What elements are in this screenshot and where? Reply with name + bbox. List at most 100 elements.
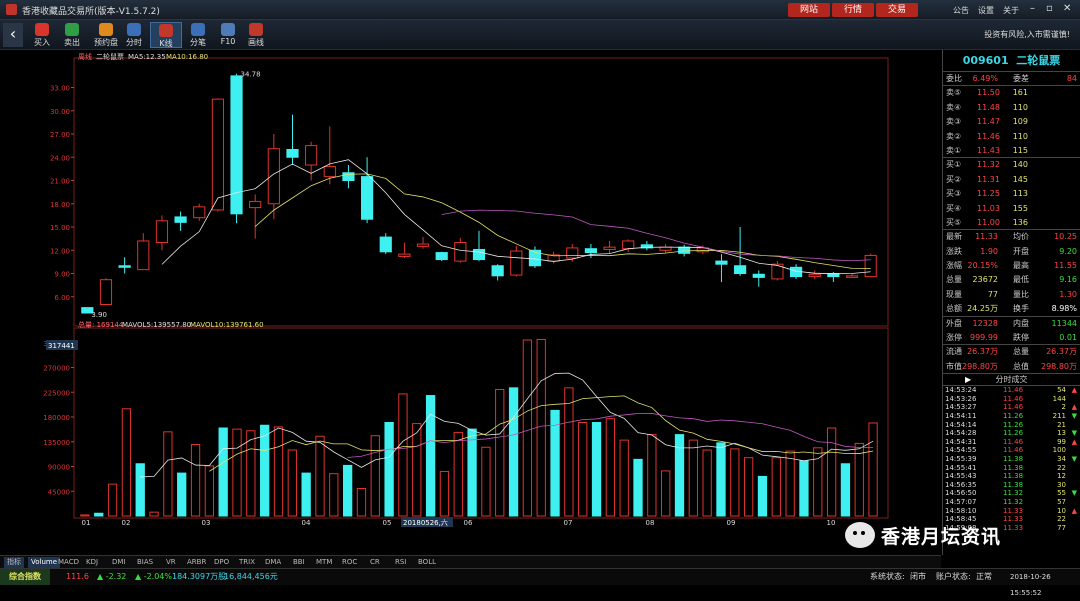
tab-vr[interactable]: VR bbox=[163, 557, 179, 568]
tab-rsi[interactable]: RSI bbox=[392, 557, 409, 568]
stat-row: 总额 24.25万 换手 8.98% bbox=[943, 302, 1080, 317]
tick-price: 11.46 bbox=[1003, 437, 1024, 446]
toolbar-icon-2 bbox=[99, 23, 113, 36]
low-label: 3.90 bbox=[91, 311, 107, 319]
back-arrow-icon[interactable]: ‹ bbox=[3, 23, 23, 47]
website-button[interactable]: 网站 bbox=[788, 3, 830, 17]
volume-bar bbox=[398, 393, 408, 517]
index-volume: 184.3097万股 bbox=[172, 572, 227, 581]
candle bbox=[118, 265, 131, 268]
volume-bar bbox=[260, 424, 270, 517]
ask-row[interactable]: 卖③ 11.47 109 bbox=[943, 115, 1080, 129]
close-icon[interactable]: ✕ bbox=[1063, 3, 1071, 14]
tab-mtm[interactable]: MTM bbox=[313, 557, 335, 568]
tab-trix[interactable]: TRIX bbox=[236, 557, 258, 568]
bid-row[interactable]: 买② 11.31 145 bbox=[943, 173, 1080, 187]
candle bbox=[454, 242, 467, 262]
book-qty: 110 bbox=[1012, 102, 1028, 112]
toolbar-button-5[interactable]: 分笔 bbox=[182, 22, 214, 48]
bid-row[interactable]: 买④ 11.03 155 bbox=[943, 202, 1080, 216]
app-logo-icon bbox=[6, 4, 17, 15]
toolbar-button-1[interactable]: 卖出 bbox=[56, 22, 88, 48]
tick-price: 11.38 bbox=[1003, 472, 1024, 481]
stat-row: 外盘 12328 内盘 11344 bbox=[943, 317, 1080, 331]
row-label-2: 量比 bbox=[1013, 289, 1029, 299]
kline-chart-svg[interactable]: 33.00 30.00 27.00 24.00 21.00 18.00 15.00 12.00… bbox=[0, 50, 941, 555]
volume-bar bbox=[633, 458, 643, 517]
tab-arbr[interactable]: ARBR bbox=[184, 557, 209, 568]
ask-row[interactable]: 卖② 11.46 110 bbox=[943, 130, 1080, 144]
toolbar-button-3[interactable]: 分时 bbox=[118, 22, 150, 48]
row-value: 24.25万 bbox=[967, 304, 998, 314]
trade-button[interactable]: 交易 bbox=[876, 3, 918, 17]
volume-bar bbox=[591, 422, 602, 517]
tick-time: 14:53:26 bbox=[945, 394, 977, 403]
tick-list[interactable]: 14:53:24 11.46 54 ▲ 14:53:26 11.46 144 14:53:27… bbox=[943, 386, 1080, 532]
tab-kdj[interactable]: KDJ bbox=[83, 557, 101, 568]
tick-row: 14:56:35 11.38 30 bbox=[943, 481, 1080, 490]
row-label-2: 总值 bbox=[1013, 361, 1029, 371]
tab-cr[interactable]: CR bbox=[367, 557, 383, 568]
about-link[interactable]: 关于 bbox=[1003, 5, 1019, 16]
tab-dmi[interactable]: DMI bbox=[109, 557, 129, 568]
volume-tick-label: 180000 bbox=[43, 414, 70, 422]
month-tick-label: 01 bbox=[82, 519, 91, 527]
bid-row[interactable]: 买⑤ 11.00 136 bbox=[943, 216, 1080, 231]
volume-bar bbox=[799, 460, 809, 517]
volume-bar bbox=[412, 423, 422, 517]
row-label-2: 换手 bbox=[1013, 304, 1029, 314]
price-tick-label: 9.00 bbox=[54, 271, 70, 279]
candle bbox=[155, 220, 169, 244]
tab-dma[interactable]: DMA bbox=[262, 557, 284, 568]
tick-time: 14:58:10 bbox=[945, 506, 977, 515]
toolbar-icon-7 bbox=[249, 23, 263, 36]
volume-bar bbox=[536, 338, 546, 517]
tab-指标[interactable]: 指标 bbox=[4, 557, 24, 568]
kline-chart[interactable]: 33.00 30.00 27.00 24.00 21.00 18.00 15.00 12.00… bbox=[0, 50, 941, 555]
price-legend: 二轮鼠票 bbox=[96, 52, 124, 61]
ask-row[interactable]: 卖④ 11.48 110 bbox=[943, 101, 1080, 115]
book-price: 11.03 bbox=[977, 203, 1000, 213]
bid-row[interactable]: 买① 11.32 140 bbox=[943, 158, 1080, 172]
ask-row[interactable]: 卖① 11.43 115 bbox=[943, 144, 1080, 159]
toolbar-button-7[interactable]: 画线 bbox=[240, 22, 272, 48]
toolbar-button-4[interactable]: K线 bbox=[150, 22, 182, 48]
stat-row: 涨跌 1.90 开盘 9.20 bbox=[943, 245, 1080, 259]
row-value: 298.80万 bbox=[962, 361, 998, 371]
minimize-icon[interactable]: – bbox=[1030, 3, 1035, 14]
tick-direction-icon: ▲ bbox=[1071, 386, 1077, 395]
announcement-link[interactable]: 公告 bbox=[953, 5, 969, 16]
ask-row[interactable]: 卖⑤ 11.50 161 bbox=[943, 86, 1080, 100]
tab-dpo[interactable]: DPO bbox=[211, 557, 232, 568]
tick-row: 14:55:43 11.38 12 bbox=[943, 472, 1080, 481]
row-value-2: 9.16 bbox=[1059, 275, 1077, 285]
tick-time: 14:54:31 bbox=[945, 437, 977, 446]
toolbar: ‹ 买入 卖出 预约盘 分时 K线 分笔 F10 画线 投资有风险,入市需谨慎! bbox=[0, 20, 1080, 50]
toolbar-icon-5 bbox=[191, 23, 205, 36]
tab-bbi[interactable]: BBI bbox=[290, 557, 308, 568]
settings-link[interactable]: 设置 bbox=[978, 5, 994, 16]
row-value-2: 1.30 bbox=[1059, 289, 1077, 299]
candle bbox=[360, 176, 374, 220]
tab-boll[interactable]: BOLL bbox=[415, 557, 439, 568]
play-icon[interactable]: ▶ bbox=[965, 374, 971, 386]
volume-bar bbox=[107, 483, 118, 517]
bid-row[interactable]: 买③ 11.25 113 bbox=[943, 187, 1080, 201]
stat-row: 总量 23672 最低 9.16 bbox=[943, 273, 1080, 287]
tab-macd[interactable]: MACD bbox=[55, 557, 82, 568]
tick-direction-icon: ▲ bbox=[1071, 403, 1077, 412]
book-price: 11.32 bbox=[977, 160, 1000, 170]
book-qty: 145 bbox=[1012, 174, 1028, 184]
maximize-icon[interactable]: ▫ bbox=[1046, 3, 1053, 14]
tab-bias[interactable]: BIAS bbox=[134, 557, 156, 568]
toolbar-button-0[interactable]: 买入 bbox=[26, 22, 58, 48]
volume-bar bbox=[522, 339, 533, 517]
tick-row: 14:54:14 11.26 21 bbox=[943, 421, 1080, 430]
volume-bar bbox=[135, 463, 145, 517]
tab-roc[interactable]: ROC bbox=[339, 557, 360, 568]
index-label[interactable]: 综合指数 bbox=[0, 569, 50, 585]
book-label: 买② bbox=[946, 174, 962, 184]
candle bbox=[211, 98, 224, 211]
month-tick-label: 06 bbox=[464, 519, 473, 527]
quotes-button[interactable]: 行情 bbox=[832, 3, 874, 17]
